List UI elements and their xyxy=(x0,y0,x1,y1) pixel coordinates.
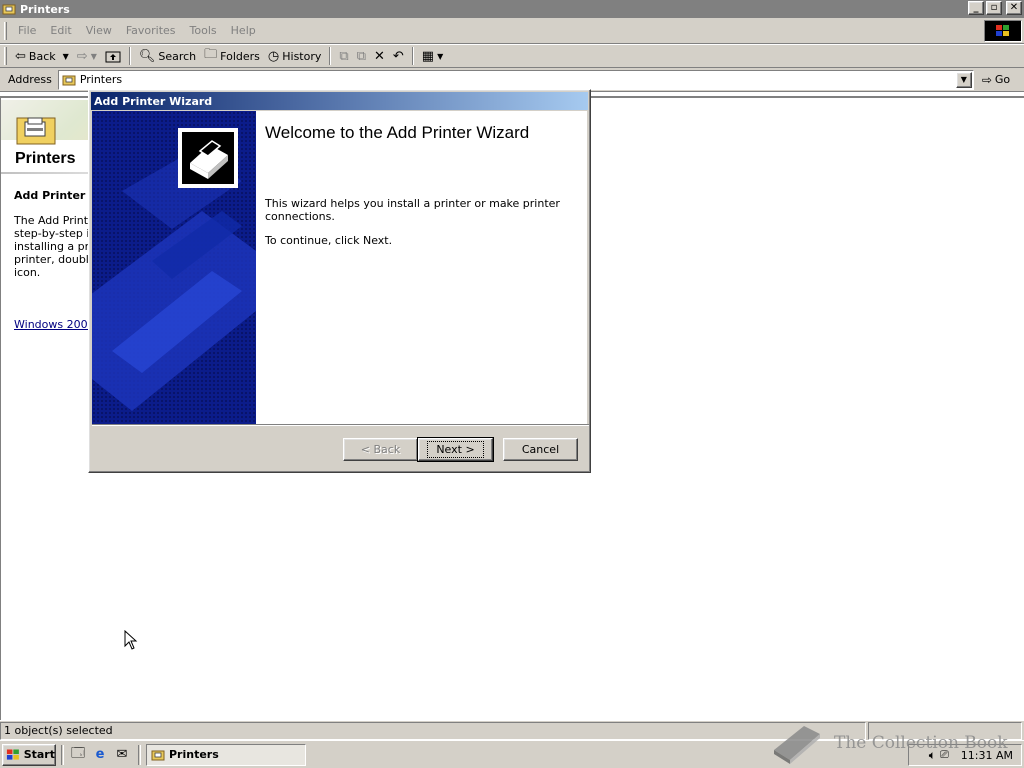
undo-icon: ↶ xyxy=(392,48,404,64)
window-title: Printers xyxy=(20,2,70,16)
delete-icon: ✕ xyxy=(373,48,385,64)
wizard-heading: Welcome to the Add Printer Wizard xyxy=(265,123,530,142)
folders-icon: 🗀 xyxy=(204,47,218,62)
watermark: The Collection Book xyxy=(770,718,1020,768)
delete-button[interactable]: ✕ xyxy=(370,46,389,66)
selected-item-title: Add Printer xyxy=(14,189,86,202)
history-icon: ◷ xyxy=(267,48,280,64)
printer-watermark-graphic xyxy=(92,111,256,424)
taskbar-button-label: Printers xyxy=(169,748,219,761)
up-folder-icon xyxy=(105,51,121,63)
printer-folder-icon xyxy=(151,750,165,760)
toolbar-grip[interactable] xyxy=(4,47,7,65)
address-label: Address xyxy=(8,73,52,86)
forward-arrow-icon: ⇨ xyxy=(76,48,88,64)
outlook-express-icon[interactable]: ✉ xyxy=(113,746,131,764)
search-button[interactable]: 🔍︎ Search xyxy=(135,46,200,66)
mouse-cursor-icon xyxy=(124,630,138,650)
status-text: 1 object(s) selected xyxy=(0,721,866,740)
back-arrow-icon: ⇦ xyxy=(15,48,26,64)
copy-to-icon: ⧉ xyxy=(356,48,366,64)
wizard-instruction: To continue, click Next. xyxy=(265,234,393,247)
dialog-divider xyxy=(92,424,589,426)
start-label: Start xyxy=(23,748,55,761)
taskbar-button-printers[interactable]: Printers xyxy=(146,743,306,766)
copy-to-button[interactable]: ⧉ xyxy=(353,46,370,66)
close-icon: ✕ xyxy=(1009,2,1019,13)
menu-favorites[interactable]: Favorites xyxy=(119,24,183,37)
go-button[interactable]: ⇨ Go xyxy=(982,73,1010,87)
folders-label: Folders xyxy=(220,49,260,63)
show-desktop-icon[interactable]: 🗔 xyxy=(69,746,87,764)
cancel-button-label: Cancel xyxy=(521,443,560,456)
printer-folder-icon xyxy=(2,4,16,15)
menu-grip[interactable] xyxy=(4,21,7,40)
printer-folder-icon xyxy=(62,75,76,85)
cancel-button[interactable]: Cancel xyxy=(503,438,578,461)
move-to-button[interactable]: ⧉ xyxy=(335,46,352,66)
standard-toolbar: ⇦ Back ▼ ⇨ ▼ 🔍︎ Search 🗀 Folders ◷ Histo… xyxy=(0,44,1024,68)
back-button-dialog[interactable]: < Back xyxy=(343,438,418,461)
forward-button[interactable]: ⇨ ▼ xyxy=(73,46,101,66)
watermark-text: The Collection Book xyxy=(834,733,1008,753)
address-value: Printers xyxy=(79,73,123,86)
dialog-title-bar[interactable]: Add Printer Wizard xyxy=(91,92,588,110)
maximize-button[interactable]: ▫ xyxy=(986,1,1002,15)
internet-explorer-icon[interactable]: e xyxy=(91,746,109,764)
wizard-description: This wizard helps you install a printer … xyxy=(265,197,560,223)
views-button[interactable]: ▦ ▼ xyxy=(418,46,447,66)
dialog-title: Add Printer Wizard xyxy=(94,94,213,108)
go-arrow-icon: ⇨ xyxy=(981,72,992,87)
printers-folder-icon xyxy=(16,117,56,145)
toolbar-separator xyxy=(128,47,131,65)
chevron-down-icon: ▼ xyxy=(960,75,967,84)
restore-icon: ▫ xyxy=(990,2,998,13)
start-button[interactable]: Start xyxy=(2,743,56,766)
toolbar-separator xyxy=(329,47,332,65)
up-folder-button[interactable] xyxy=(101,46,125,66)
back-button[interactable]: ⇦ Back ▼ xyxy=(11,46,73,66)
go-label: Go xyxy=(994,73,1011,86)
minimize-button[interactable]: _ xyxy=(968,1,984,15)
add-printer-wizard-dialog: Add Printer Wizard Welcome to the Add Pr… xyxy=(88,89,591,473)
views-icon: ▦ xyxy=(421,48,435,64)
address-input[interactable]: Printers ▼ xyxy=(57,69,974,90)
toolbar-separator xyxy=(411,47,414,65)
taskbar-separator xyxy=(138,744,141,765)
close-button[interactable]: ✕ xyxy=(1006,1,1022,15)
undo-button[interactable]: ↶ xyxy=(389,46,408,66)
wizard-side-graphic xyxy=(92,111,256,424)
window-title-bar[interactable]: Printers _ ▫ ✕ xyxy=(0,0,1024,18)
history-button[interactable]: ◷ History xyxy=(264,46,325,66)
views-dropdown-icon: ▼ xyxy=(437,51,444,61)
forward-dropdown-icon[interactable]: ▼ xyxy=(91,52,97,61)
back-label: Back xyxy=(28,49,56,63)
search-label: Search xyxy=(158,49,197,63)
menu-file[interactable]: File xyxy=(11,24,43,37)
back-button-label: < Back xyxy=(360,443,401,456)
panel-title: Printers xyxy=(15,150,76,167)
history-label: History xyxy=(282,49,322,63)
quick-launch-separator xyxy=(61,744,64,765)
windows-flag-icon xyxy=(6,748,19,760)
menu-tools[interactable]: Tools xyxy=(183,24,224,37)
search-icon: 🔍︎ xyxy=(138,48,156,64)
menu-edit[interactable]: Edit xyxy=(43,24,78,37)
menu-help[interactable]: Help xyxy=(224,24,263,37)
folders-button[interactable]: 🗀 Folders xyxy=(200,46,264,66)
windows-logo-icon xyxy=(984,20,1022,42)
address-dropdown-button[interactable]: ▼ xyxy=(955,71,972,88)
move-to-icon: ⧉ xyxy=(339,48,349,64)
next-button[interactable]: Next > xyxy=(417,437,494,462)
wizard-welcome-panel: Welcome to the Add Printer Wizard This w… xyxy=(256,111,587,424)
menu-bar: File Edit View Favorites Tools Help xyxy=(0,18,1024,44)
book-icon xyxy=(774,726,820,764)
minimize-icon: _ xyxy=(973,2,979,13)
back-dropdown-icon[interactable]: ▼ xyxy=(63,52,69,61)
menu-view[interactable]: View xyxy=(79,24,119,37)
next-button-label: Next > xyxy=(427,441,484,458)
